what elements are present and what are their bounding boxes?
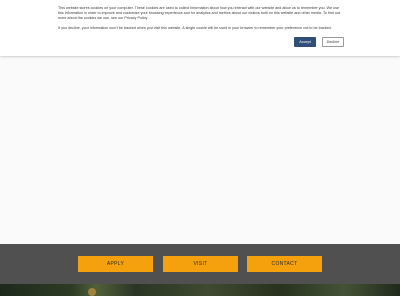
cookie-actions: Accept Decline — [294, 37, 344, 47]
cookie-notice-text: This website stores cookies on your comp… — [58, 6, 340, 20]
main-content-area — [0, 56, 400, 244]
cookie-decline-notice-text: If you decline, your information won't b… — [58, 26, 332, 30]
contact-button[interactable]: CONTACT — [247, 256, 322, 272]
cookie-consent-banner: This website stores cookies on your comp… — [0, 0, 400, 56]
footer-photo — [0, 284, 400, 296]
apply-button[interactable]: APPLY — [78, 256, 153, 272]
page: This website stores cookies on your comp… — [0, 0, 400, 296]
visit-button[interactable]: VISIT — [163, 256, 238, 272]
decline-cookies-button[interactable]: Decline — [322, 37, 344, 47]
accept-cookies-button[interactable]: Accept — [294, 37, 316, 47]
photo-highlight — [88, 288, 96, 296]
